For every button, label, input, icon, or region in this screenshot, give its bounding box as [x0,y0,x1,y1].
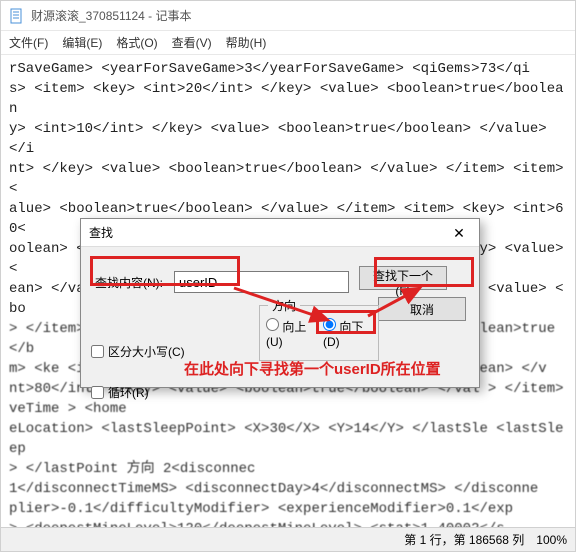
direction-groupbox: 方向 向上(U) 向下(D) [259,305,379,361]
window-title: 财源滚滚_370851124 - 记事本 [31,7,192,24]
menubar: 文件(F) 编辑(E) 格式(O) 查看(V) 帮助(H) [1,31,575,55]
find-content-label: 查找内容(N): [91,271,167,294]
titlebar: 财源滚滚_370851124 - 记事本 [1,1,575,31]
menu-help[interactable]: 帮助(H) [226,34,267,51]
menu-file[interactable]: 文件(F) [9,34,48,51]
notepad-icon [9,8,25,24]
find-dialog-title: 查找 [89,224,113,241]
check-wrap-label[interactable]: 循环(R) [91,384,185,401]
find-dialog-titlebar: 查找 ✕ [81,219,479,247]
status-pos: 第 1 行，第 186568 列 [404,531,524,548]
status-zoom: 100% [536,533,567,547]
statusbar: 第 1 行，第 186568 列 100% [1,527,575,551]
cancel-button[interactable]: 取消 [378,297,466,321]
check-wrap[interactable] [91,386,104,399]
radio-up-label[interactable]: 向上(U) [266,318,311,349]
radio-up[interactable] [266,318,279,331]
radio-down[interactable] [323,318,336,331]
menu-format[interactable]: 格式(O) [116,34,157,51]
check-case[interactable] [91,345,104,358]
find-next-button[interactable]: 查找下一个(F) [359,266,447,290]
find-dialog: 查找 ✕ 查找内容(N): 查找下一个(F) 取消 方向 向上(U) [80,218,480,388]
direction-label: 方向 [268,297,300,314]
close-button[interactable]: ✕ [439,219,479,247]
find-input[interactable] [174,271,349,293]
menu-edit[interactable]: 编辑(E) [62,34,102,51]
radio-down-label[interactable]: 向下(D) [323,320,363,349]
find-dialog-body: 查找内容(N): 查找下一个(F) 取消 方向 向上(U) 向下(D) [81,247,479,387]
check-case-label[interactable]: 区分大小写(C) [91,343,185,360]
menu-view[interactable]: 查看(V) [172,34,212,51]
close-icon: ✕ [453,225,465,242]
